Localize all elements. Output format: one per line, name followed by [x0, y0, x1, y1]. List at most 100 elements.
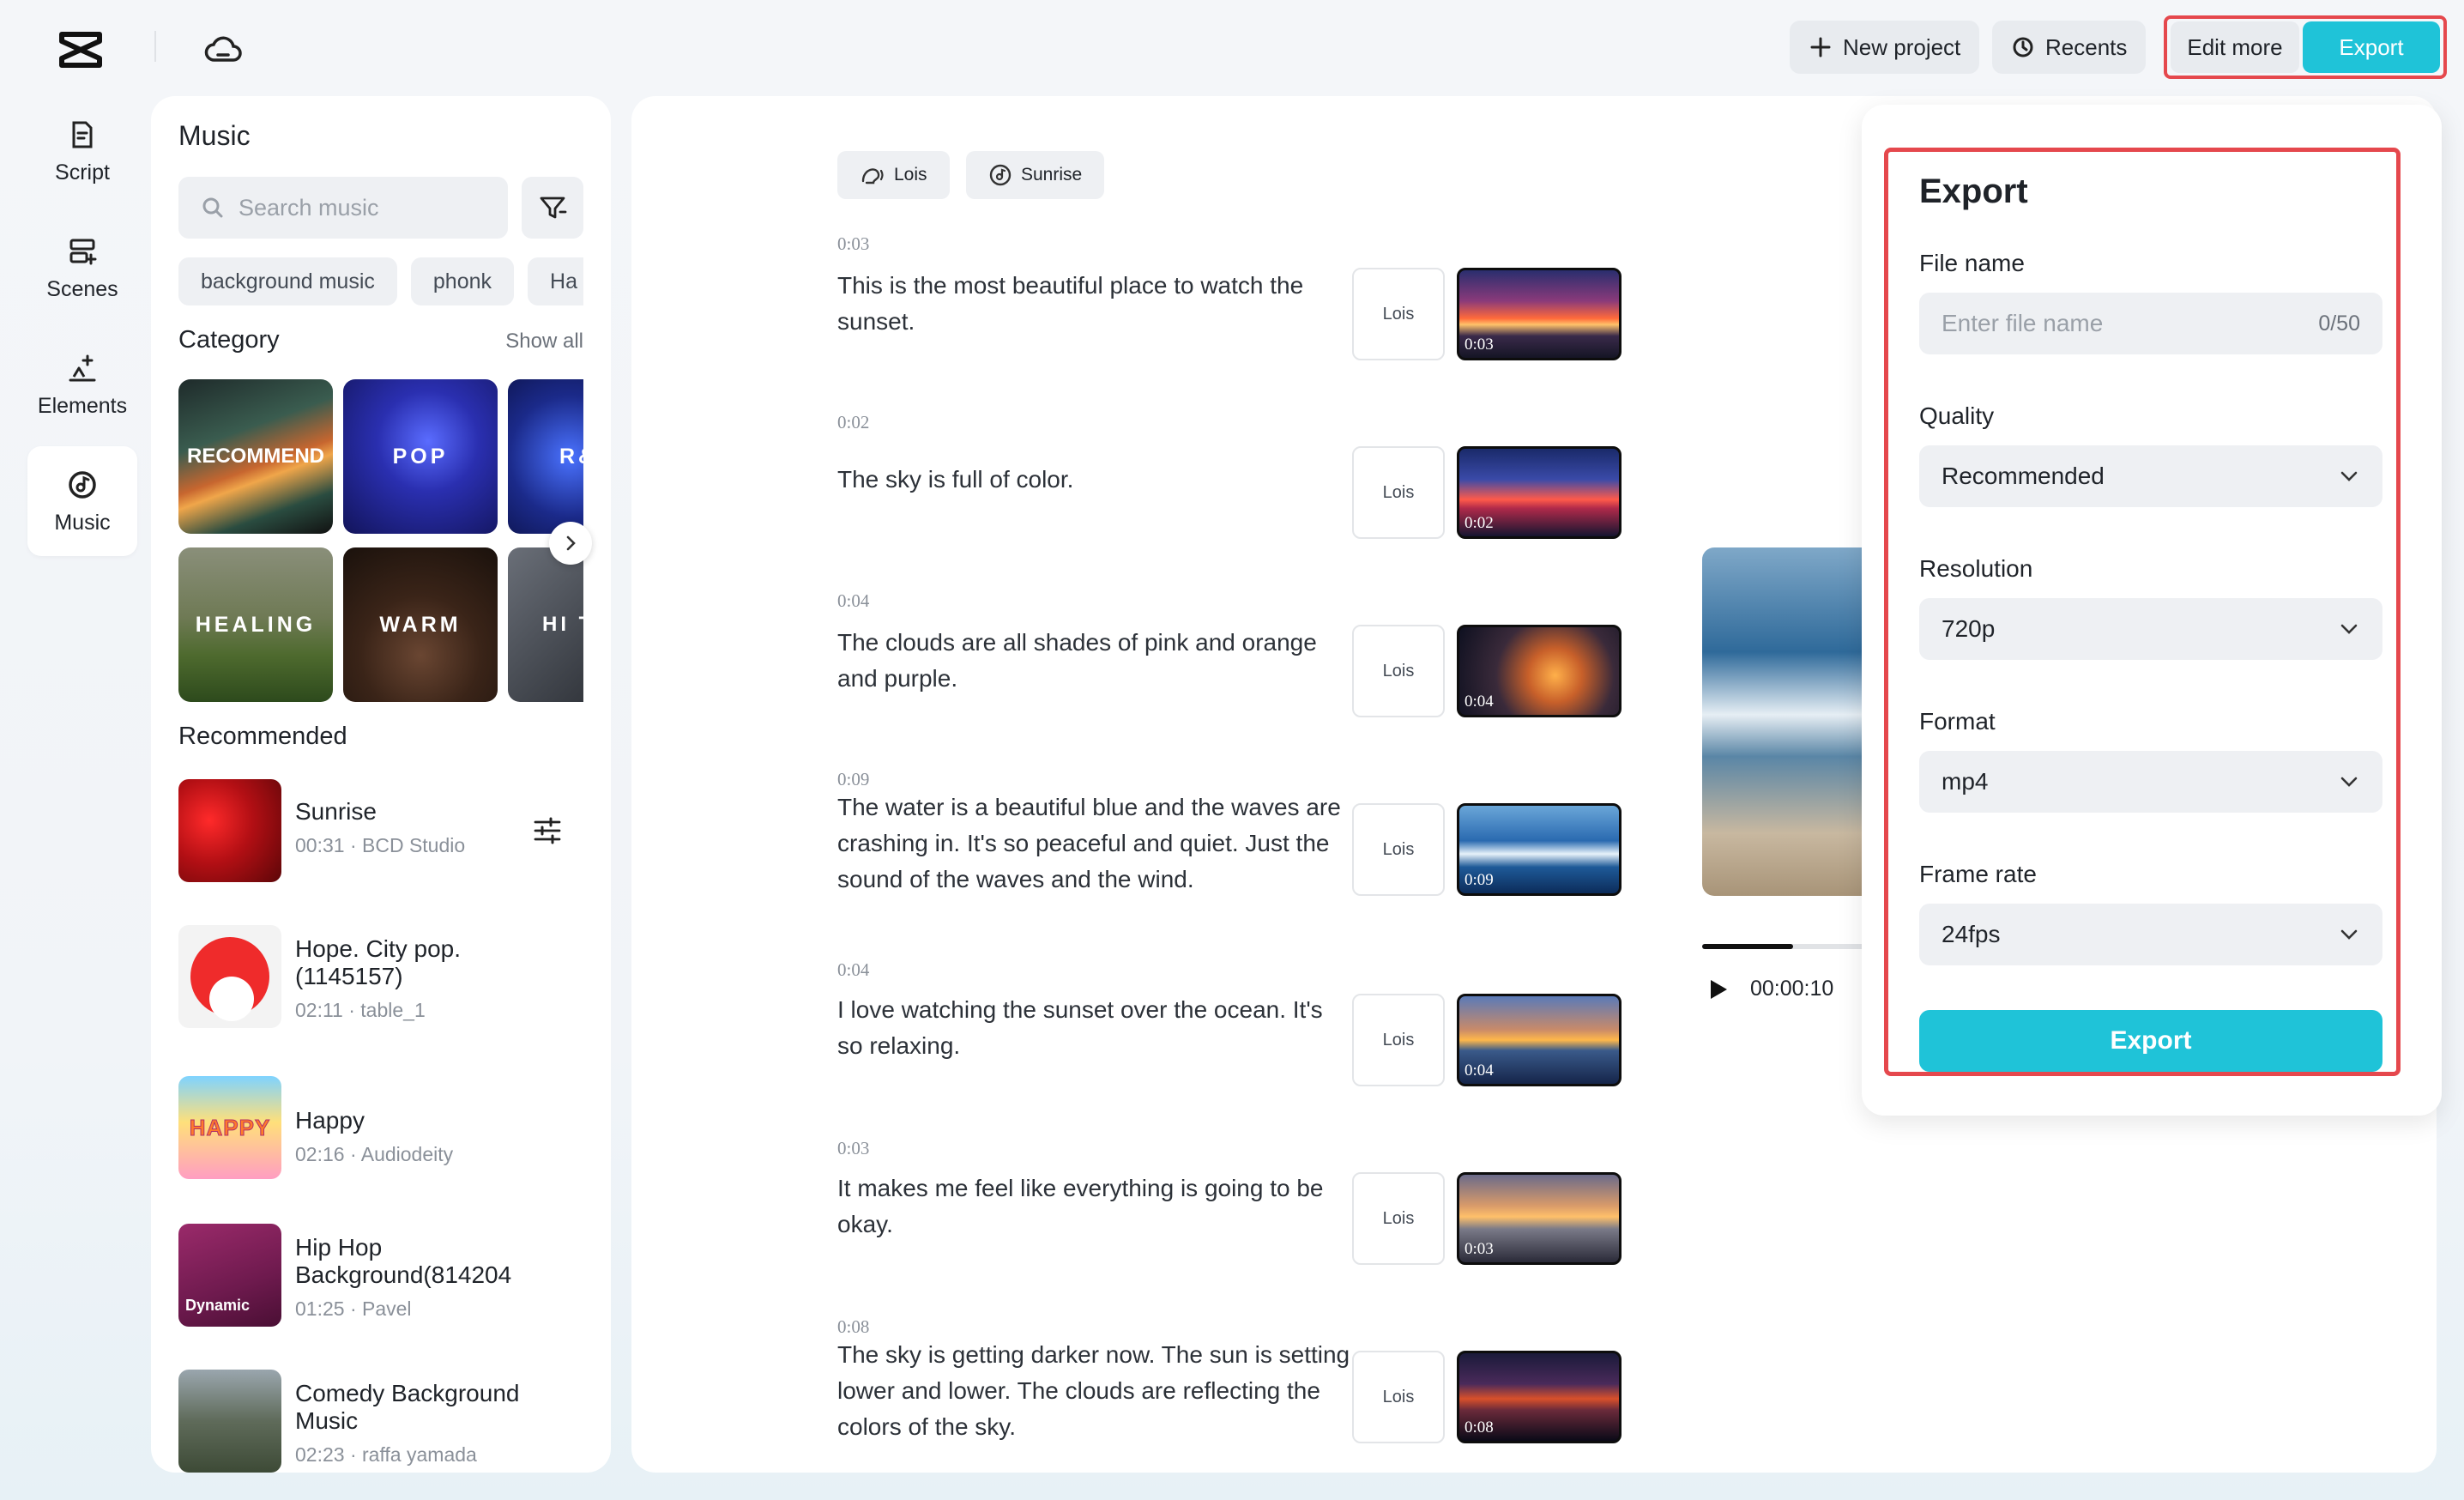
- playback-timecode: 00:00:10: [1750, 977, 1834, 1001]
- chip-partial[interactable]: Ha: [528, 257, 583, 305]
- track-item-comedy[interactable]: Comedy Background Music 02:23 · raffa ya…: [178, 1370, 583, 1473]
- music-tag-button[interactable]: Sunrise: [966, 151, 1105, 199]
- playback-progress-bar[interactable]: [1702, 944, 1865, 949]
- category-healing[interactable]: HEALING: [178, 547, 333, 702]
- scene-row[interactable]: 0:02 The sky is full of color. Lois 0:02: [837, 412, 1695, 549]
- scene-voice-button[interactable]: Lois: [1352, 625, 1445, 717]
- scene-duration: 0:08: [837, 1316, 870, 1337]
- voice-tag-label: Lois: [894, 165, 927, 184]
- rail-item-music[interactable]: Music: [27, 446, 137, 556]
- category-rnb[interactable]: R&: [508, 379, 583, 534]
- scene-thumbnail[interactable]: 0:04: [1457, 625, 1622, 717]
- track-item-hope[interactable]: Hope. City pop. (1145157) 02:11 · table_…: [178, 925, 583, 1031]
- rail-label-scenes: Scenes: [46, 276, 118, 301]
- file-name-char-count: 0/50: [2318, 311, 2360, 336]
- chevron-down-icon: [2340, 624, 2358, 634]
- edit-more-button[interactable]: Edit more: [2171, 21, 2299, 73]
- track-item-happy[interactable]: HAPPY Happy 02:16 · Audiodeity: [178, 1076, 583, 1182]
- play-icon[interactable]: [1707, 977, 1730, 1001]
- frame-rate-select[interactable]: 24fps: [1919, 904, 2382, 965]
- scene-voice-button[interactable]: Lois: [1352, 268, 1445, 360]
- cloud-icon[interactable]: [202, 29, 244, 70]
- scene-thumbnail[interactable]: 0:03: [1457, 1172, 1622, 1265]
- happy-cover-text: HAPPY: [189, 1114, 271, 1140]
- export-form-highlight: Export File name Enter file name 0/50 Qu…: [1884, 148, 2401, 1076]
- track-item-sunrise[interactable]: Sunrise 00:31 · BCD Studio: [178, 779, 583, 886]
- rail-item-script[interactable]: Script: [27, 96, 137, 206]
- category-warm[interactable]: WARM: [343, 547, 498, 702]
- scene-voice-button[interactable]: Lois: [1352, 1351, 1445, 1443]
- scene-thumbnail[interactable]: 0:03: [1457, 268, 1622, 360]
- music-panel: Music Search music background music phon…: [151, 96, 611, 1473]
- filter-button[interactable]: [522, 177, 583, 239]
- search-music-input[interactable]: Search music: [178, 177, 508, 239]
- resolution-select[interactable]: 720p: [1919, 598, 2382, 660]
- scene-thumbnail[interactable]: 0:09: [1457, 803, 1622, 896]
- track-item-hip-hop[interactable]: Dynamic Hip Hop Background(814204 01:25 …: [178, 1224, 583, 1330]
- scene-thumbnail[interactable]: 0:02: [1457, 446, 1622, 539]
- chevron-down-icon: [2340, 929, 2358, 940]
- scene-text[interactable]: The water is a beautiful blue and the wa…: [837, 789, 1352, 898]
- category-header: Category Show all: [178, 326, 583, 354]
- music-tag-label: Sunrise: [1021, 165, 1083, 184]
- thumbnail-time: 0:03: [1465, 1240, 1494, 1258]
- quality-select[interactable]: Recommended: [1919, 445, 2382, 507]
- export-confirm-button[interactable]: Export: [1919, 1010, 2382, 1072]
- dynamic-cover-text: Dynamic: [185, 1297, 251, 1314]
- scene-row[interactable]: 0:03 It makes me feel like everything is…: [837, 1138, 1695, 1275]
- track-cover: HAPPY: [178, 1076, 281, 1179]
- recents-button[interactable]: Recents: [1992, 21, 2147, 74]
- chip-background-music[interactable]: background music: [178, 257, 397, 305]
- resolution-value: 720p: [1942, 615, 1996, 642]
- adjust-sliders-icon[interactable]: [532, 815, 563, 846]
- track-meta: 02:23 · raffa yamada: [295, 1443, 477, 1466]
- voice-tag-button[interactable]: Lois: [837, 151, 950, 199]
- new-project-button[interactable]: New project: [1790, 21, 1980, 74]
- scene-voice-button[interactable]: Lois: [1352, 994, 1445, 1086]
- category-recommend[interactable]: RECOMMEND: [178, 379, 333, 534]
- scene-text[interactable]: It makes me feel like everything is goin…: [837, 1170, 1352, 1243]
- scene-text[interactable]: I love watching the sunset over the ocea…: [837, 992, 1352, 1064]
- topbar-divider: [154, 31, 156, 62]
- scene-text[interactable]: The sky is getting darker now. The sun i…: [837, 1337, 1352, 1445]
- category-hi-tension[interactable]: HI TEN: [508, 547, 583, 702]
- scene-row[interactable]: 0:04 I love watching the sunset over the…: [837, 959, 1695, 1097]
- category-next-button[interactable]: [549, 522, 592, 565]
- quality-label: Quality: [1919, 402, 1995, 429]
- track-meta: 00:31 · BCD Studio: [295, 834, 466, 856]
- file-name-input[interactable]: Enter file name 0/50: [1919, 293, 2382, 354]
- scene-duration: 0:02: [837, 412, 870, 432]
- track-meta: 02:11 · table_1: [295, 999, 426, 1021]
- scene-text[interactable]: The sky is full of color.: [837, 462, 1352, 498]
- scene-thumbnail[interactable]: 0:08: [1457, 1351, 1622, 1443]
- scene-row[interactable]: 0:08 The sky is getting darker now. The …: [837, 1316, 1695, 1471]
- track-meta: 02:16 · Audiodeity: [295, 1143, 454, 1165]
- rail-item-scenes[interactable]: Scenes: [27, 213, 137, 323]
- show-all-link[interactable]: Show all: [505, 330, 583, 354]
- frame-rate-value: 24fps: [1942, 921, 2001, 947]
- music-panel-title: Music: [178, 120, 251, 151]
- rail-item-elements[interactable]: Elements: [27, 330, 137, 439]
- track-cover: [178, 925, 281, 1028]
- scene-duration: 0:03: [837, 1138, 870, 1158]
- capcut-logo-icon[interactable]: [57, 26, 105, 74]
- chip-phonk[interactable]: phonk: [410, 257, 515, 305]
- scene-voice-button[interactable]: Lois: [1352, 446, 1445, 539]
- thumbnail-time: 0:03: [1465, 336, 1494, 354]
- format-select[interactable]: mp4: [1919, 751, 2382, 813]
- track-cover: [178, 1370, 281, 1473]
- thumbnail-time: 0:04: [1465, 693, 1494, 711]
- scene-thumbnail[interactable]: 0:04: [1457, 994, 1622, 1086]
- scene-row[interactable]: 0:04 The clouds are all shades of pink a…: [837, 590, 1695, 728]
- track-name: Hope. City pop. (1145157): [295, 935, 461, 989]
- scene-row[interactable]: 0:09 The water is a beautiful blue and t…: [837, 769, 1695, 923]
- export-top-button[interactable]: Export: [2303, 21, 2440, 73]
- video-preview[interactable]: [1702, 547, 1865, 896]
- category-pop[interactable]: POP: [343, 379, 498, 534]
- scene-voice-button[interactable]: Lois: [1352, 803, 1445, 896]
- scene-row[interactable]: 0:03 This is the most beautiful place to…: [837, 233, 1695, 371]
- scene-text[interactable]: The clouds are all shades of pink and or…: [837, 625, 1352, 697]
- format-label: Format: [1919, 708, 1996, 735]
- scene-text[interactable]: This is the most beautiful place to watc…: [837, 268, 1352, 340]
- scene-voice-button[interactable]: Lois: [1352, 1172, 1445, 1265]
